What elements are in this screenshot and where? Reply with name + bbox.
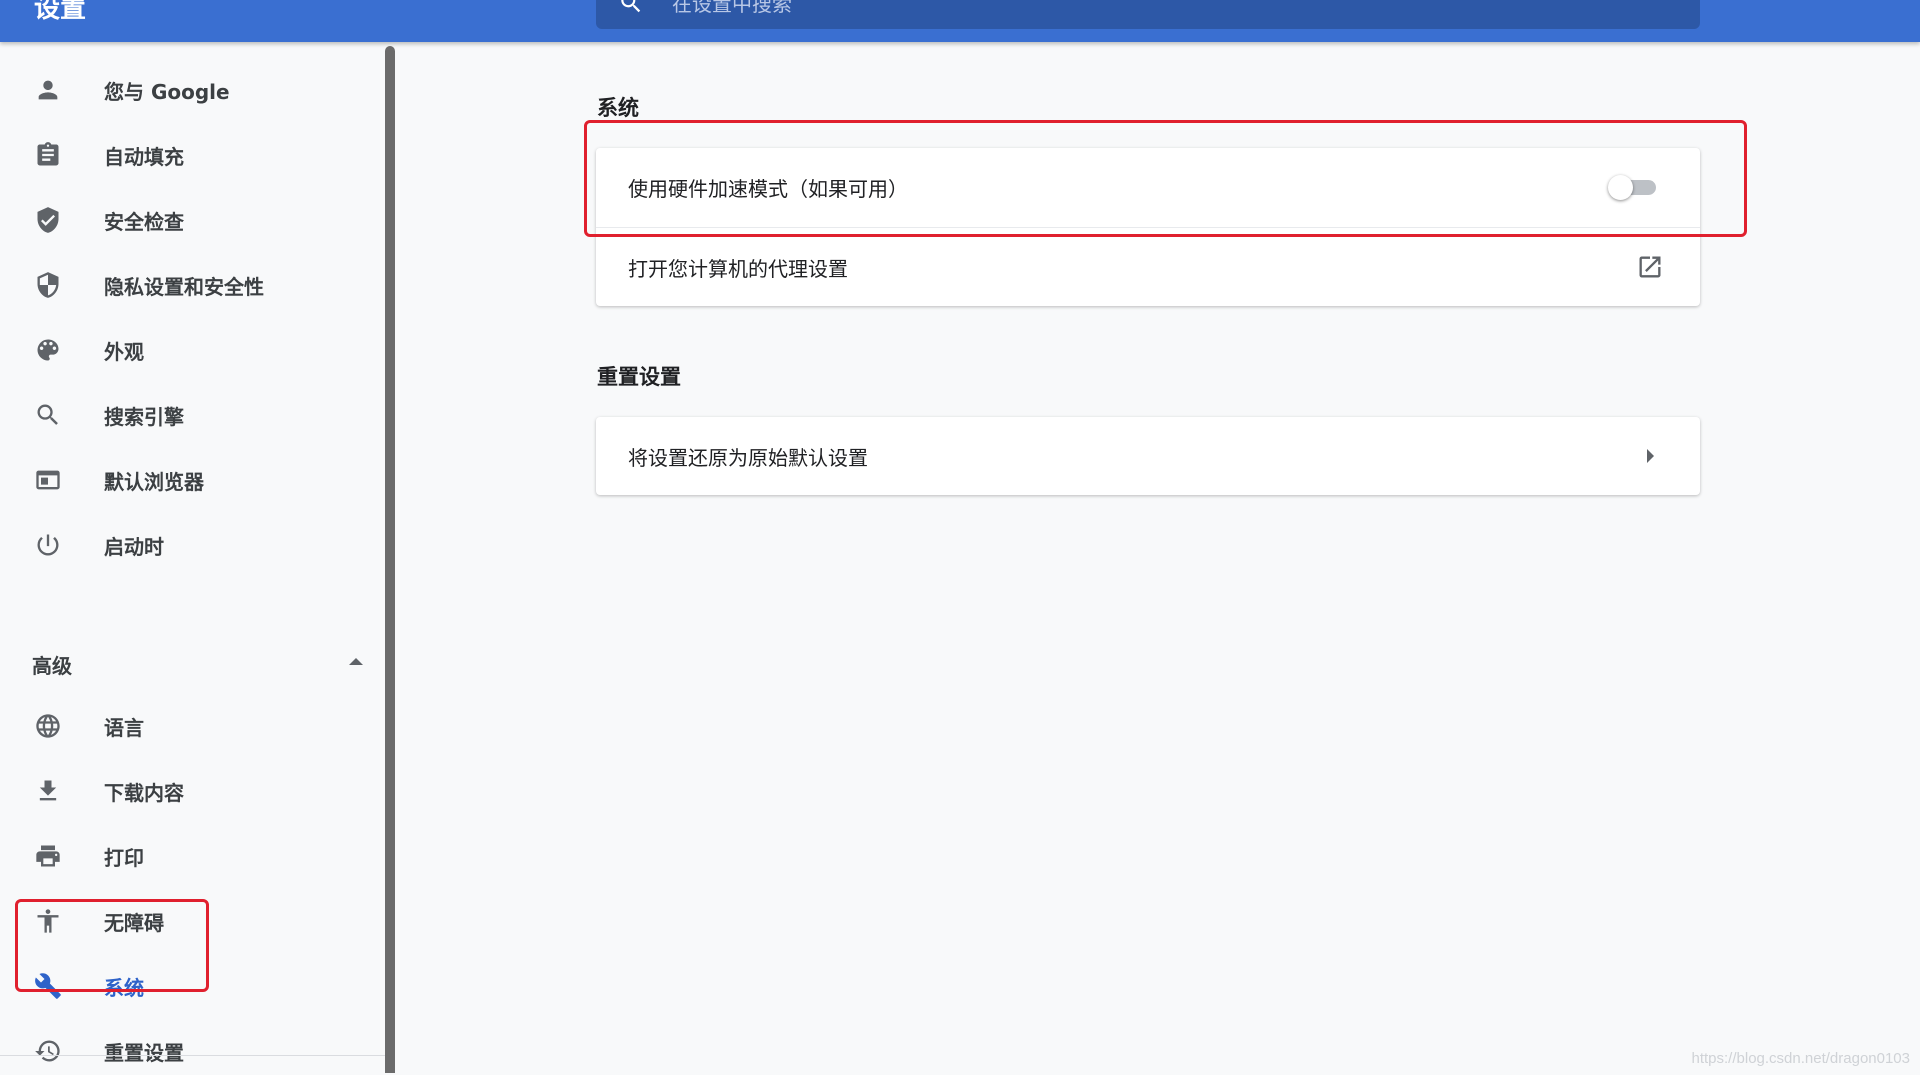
clipboard-icon [34,141,62,169]
sidebar-item-safety-check[interactable]: 安全检查 [0,194,380,244]
sidebar-item-privacy[interactable]: 隐私设置和安全性 [0,259,380,309]
search-bar[interactable]: 在设置中搜索 [596,0,1700,29]
sidebar-item-label: 自动填充 [104,145,184,169]
printer-icon [34,842,62,870]
shield-check-icon [34,206,62,234]
sidebar-item-autofill[interactable]: 自动填充 [0,129,380,179]
open-in-new-icon[interactable] [1636,253,1664,281]
palette-icon [34,336,62,364]
reset-settings-card: 将设置还原为原始默认设置 [596,417,1700,495]
power-icon [34,531,62,559]
search-icon [34,401,62,429]
watermark: https://blog.csdn.net/dragon0103 [1691,1050,1911,1067]
section-title-system: 系统 [597,96,639,120]
restore-defaults-row[interactable]: 将设置还原为原始默认设置 [596,417,1700,495]
section-title-reset: 重置设置 [597,365,681,389]
sidebar-item-appearance[interactable]: 外观 [0,324,380,374]
sidebar-item-languages[interactable]: 语言 [0,700,380,750]
sidebar-item-on-startup[interactable]: 启动时 [0,519,380,569]
sidebar-item-label: 搜索引擎 [104,405,184,429]
proxy-settings-row[interactable]: 打开您计算机的代理设置 [596,227,1700,306]
advanced-label: 高级 [32,654,72,678]
sidebar-item-downloads[interactable]: 下载内容 [0,765,380,815]
restore-defaults-label: 将设置还原为原始默认设置 [628,446,868,470]
sidebar-advanced-toggle[interactable]: 高级 [0,638,380,688]
person-icon [34,76,62,104]
sidebar-item-label: 默认浏览器 [104,470,204,494]
sidebar-item-label: 语言 [104,716,144,740]
sidebar-item-search-engine[interactable]: 搜索引擎 [0,389,380,439]
sidebar-item-reset[interactable]: 重置设置 [0,1025,380,1075]
sidebar-item-label: 重置设置 [104,1041,184,1065]
history-icon [34,1037,62,1065]
shield-half-icon [34,271,62,299]
proxy-settings-label: 打开您计算机的代理设置 [628,257,848,281]
sidebar-item-default-browser[interactable]: 默认浏览器 [0,454,380,504]
sidebar-item-label: 您与 Google [104,80,230,104]
sidebar-item-label: 下载内容 [104,781,184,805]
sidebar-item-printing[interactable]: 打印 [0,830,380,880]
sidebar-scrollbar[interactable] [385,46,395,1073]
sidebar-item-you-and-google[interactable]: 您与 Google [0,64,380,114]
download-icon [34,777,62,805]
search-icon [621,0,641,13]
sidebar-item-label: 外观 [104,340,144,364]
highlight-box-system-nav [15,899,209,992]
globe-icon [34,712,62,740]
search-input[interactable]: 在设置中搜索 [672,0,792,17]
sidebar-item-label: 启动时 [104,535,164,559]
sidebar-item-label: 隐私设置和安全性 [104,275,264,299]
sidebar-item-label: 打印 [104,846,144,870]
top-app-bar: 设置 在设置中搜索 [0,0,1920,42]
sidebar-item-label: 安全检查 [104,210,184,234]
app-title: 设置 [34,0,87,24]
highlight-box-hardware-acceleration [584,120,1747,237]
sidebar-divider [0,1055,386,1056]
browser-window-icon [34,466,62,494]
chevron-right-icon [1647,449,1654,463]
chevron-up-icon [349,658,363,665]
